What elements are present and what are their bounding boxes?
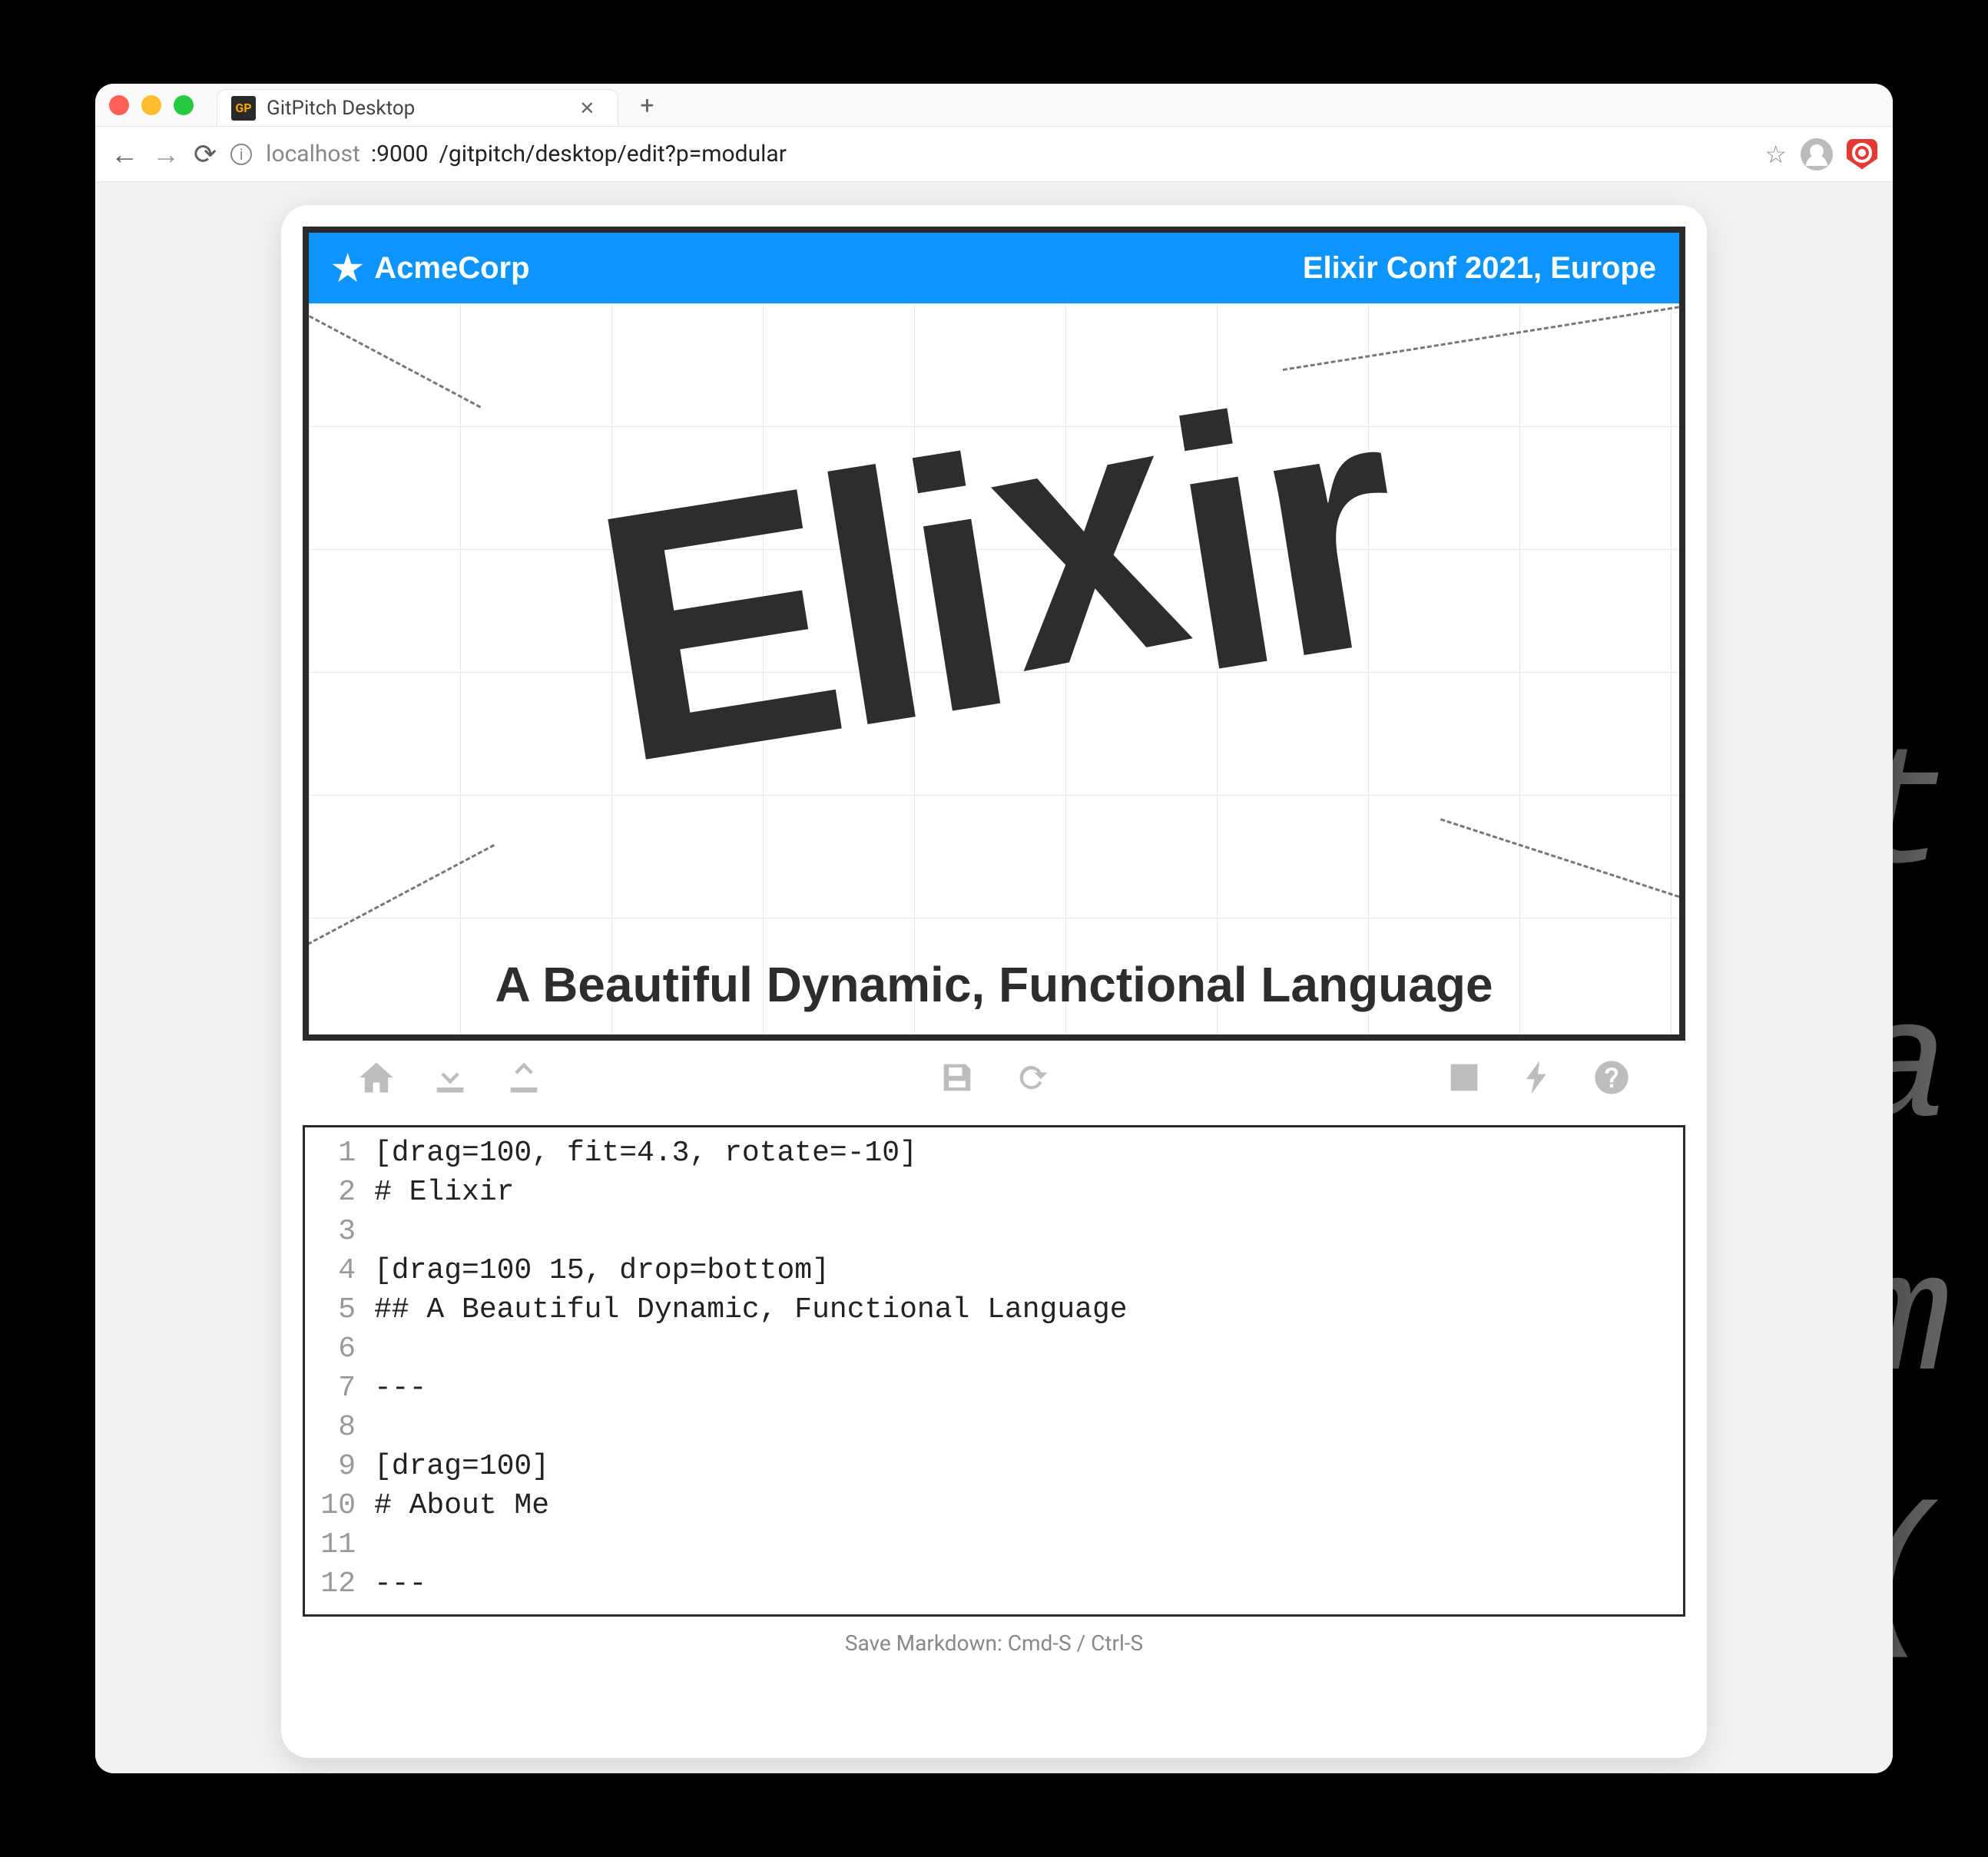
minimize-window-button[interactable] <box>141 95 161 115</box>
url-host: localhost <box>266 141 360 167</box>
guide-line <box>1440 818 1685 910</box>
brand-name: AcmeCorp <box>374 251 529 286</box>
slide-preview[interactable]: ★ AcmeCorp Elixir Conf 2021, Europe Elix… <box>303 227 1685 1041</box>
page-body: ★ AcmeCorp Elixir Conf 2021, Europe Elix… <box>95 182 1893 1773</box>
save-icon[interactable] <box>937 1058 977 1108</box>
markdown-editor[interactable]: 123456789101112 [drag=100, fit=4.3, rota… <box>303 1125 1685 1617</box>
maximize-window-button[interactable] <box>174 95 194 115</box>
ublock-extension-icon[interactable] <box>1847 139 1877 170</box>
new-tab-button[interactable]: + <box>640 91 654 120</box>
star-icon: ★ <box>332 247 363 289</box>
titlebar: GP GitPitch Desktop ✕ + <box>95 84 1893 127</box>
browser-tab[interactable]: GP GitPitch Desktop ✕ <box>217 89 618 126</box>
reload-button[interactable]: ⟳ <box>194 138 217 170</box>
guide-line <box>303 844 495 962</box>
line-gutter: 123456789101112 <box>305 1127 365 1614</box>
slide-header: ★ AcmeCorp Elixir Conf 2021, Europe <box>309 233 1679 303</box>
url-port: :9000 <box>371 141 429 167</box>
event-label: Elixir Conf 2021, Europe <box>1303 251 1656 286</box>
browser-window: GP GitPitch Desktop ✕ + ← → ⟳ i localhos… <box>95 84 1893 1773</box>
forward-button[interactable]: → <box>152 138 180 170</box>
refresh-icon[interactable] <box>1011 1058 1051 1108</box>
address-field[interactable]: localhost :9000/gitpitch/desktop/edit?p=m… <box>266 141 1751 167</box>
url-bar: ← → ⟳ i localhost :9000/gitpitch/desktop/… <box>95 127 1893 182</box>
slide-canvas: Elixir A Beautiful Dynamic, Functional L… <box>309 303 1679 1034</box>
image-icon[interactable] <box>1444 1058 1484 1108</box>
site-info-icon[interactable]: i <box>230 144 252 165</box>
help-icon[interactable] <box>1592 1058 1632 1108</box>
upload-icon[interactable] <box>504 1058 544 1108</box>
slide-title: Elixir <box>572 319 1416 843</box>
traffic-lights <box>109 95 194 115</box>
slide-subtitle: A Beautiful Dynamic, Functional Language <box>309 956 1679 1013</box>
gitpitch-app: ★ AcmeCorp Elixir Conf 2021, Europe Elix… <box>281 205 1707 1758</box>
favicon: GP <box>231 96 256 121</box>
home-icon[interactable] <box>356 1058 396 1108</box>
editor-toolbar <box>303 1041 1685 1125</box>
bookmark-icon[interactable]: ☆ <box>1764 140 1787 169</box>
close-window-button[interactable] <box>109 95 129 115</box>
download-icon[interactable] <box>430 1058 470 1108</box>
url-path: /gitpitch/desktop/edit?p=modular <box>439 141 787 167</box>
profile-avatar-icon[interactable] <box>1801 138 1833 170</box>
bolt-icon[interactable] <box>1518 1058 1558 1108</box>
tab-title: GitPitch Desktop <box>267 97 415 120</box>
back-button[interactable]: ← <box>111 138 138 170</box>
close-tab-button[interactable]: ✕ <box>579 98 595 119</box>
guide-line <box>303 305 481 408</box>
tab-strip: GP GitPitch Desktop ✕ + <box>217 84 654 126</box>
code-area[interactable]: [drag=100, fit=4.3, rotate=-10]# Elixir … <box>365 1127 1683 1614</box>
footer-hint: Save Markdown: Cmd-S / Ctrl-S <box>303 1617 1685 1656</box>
